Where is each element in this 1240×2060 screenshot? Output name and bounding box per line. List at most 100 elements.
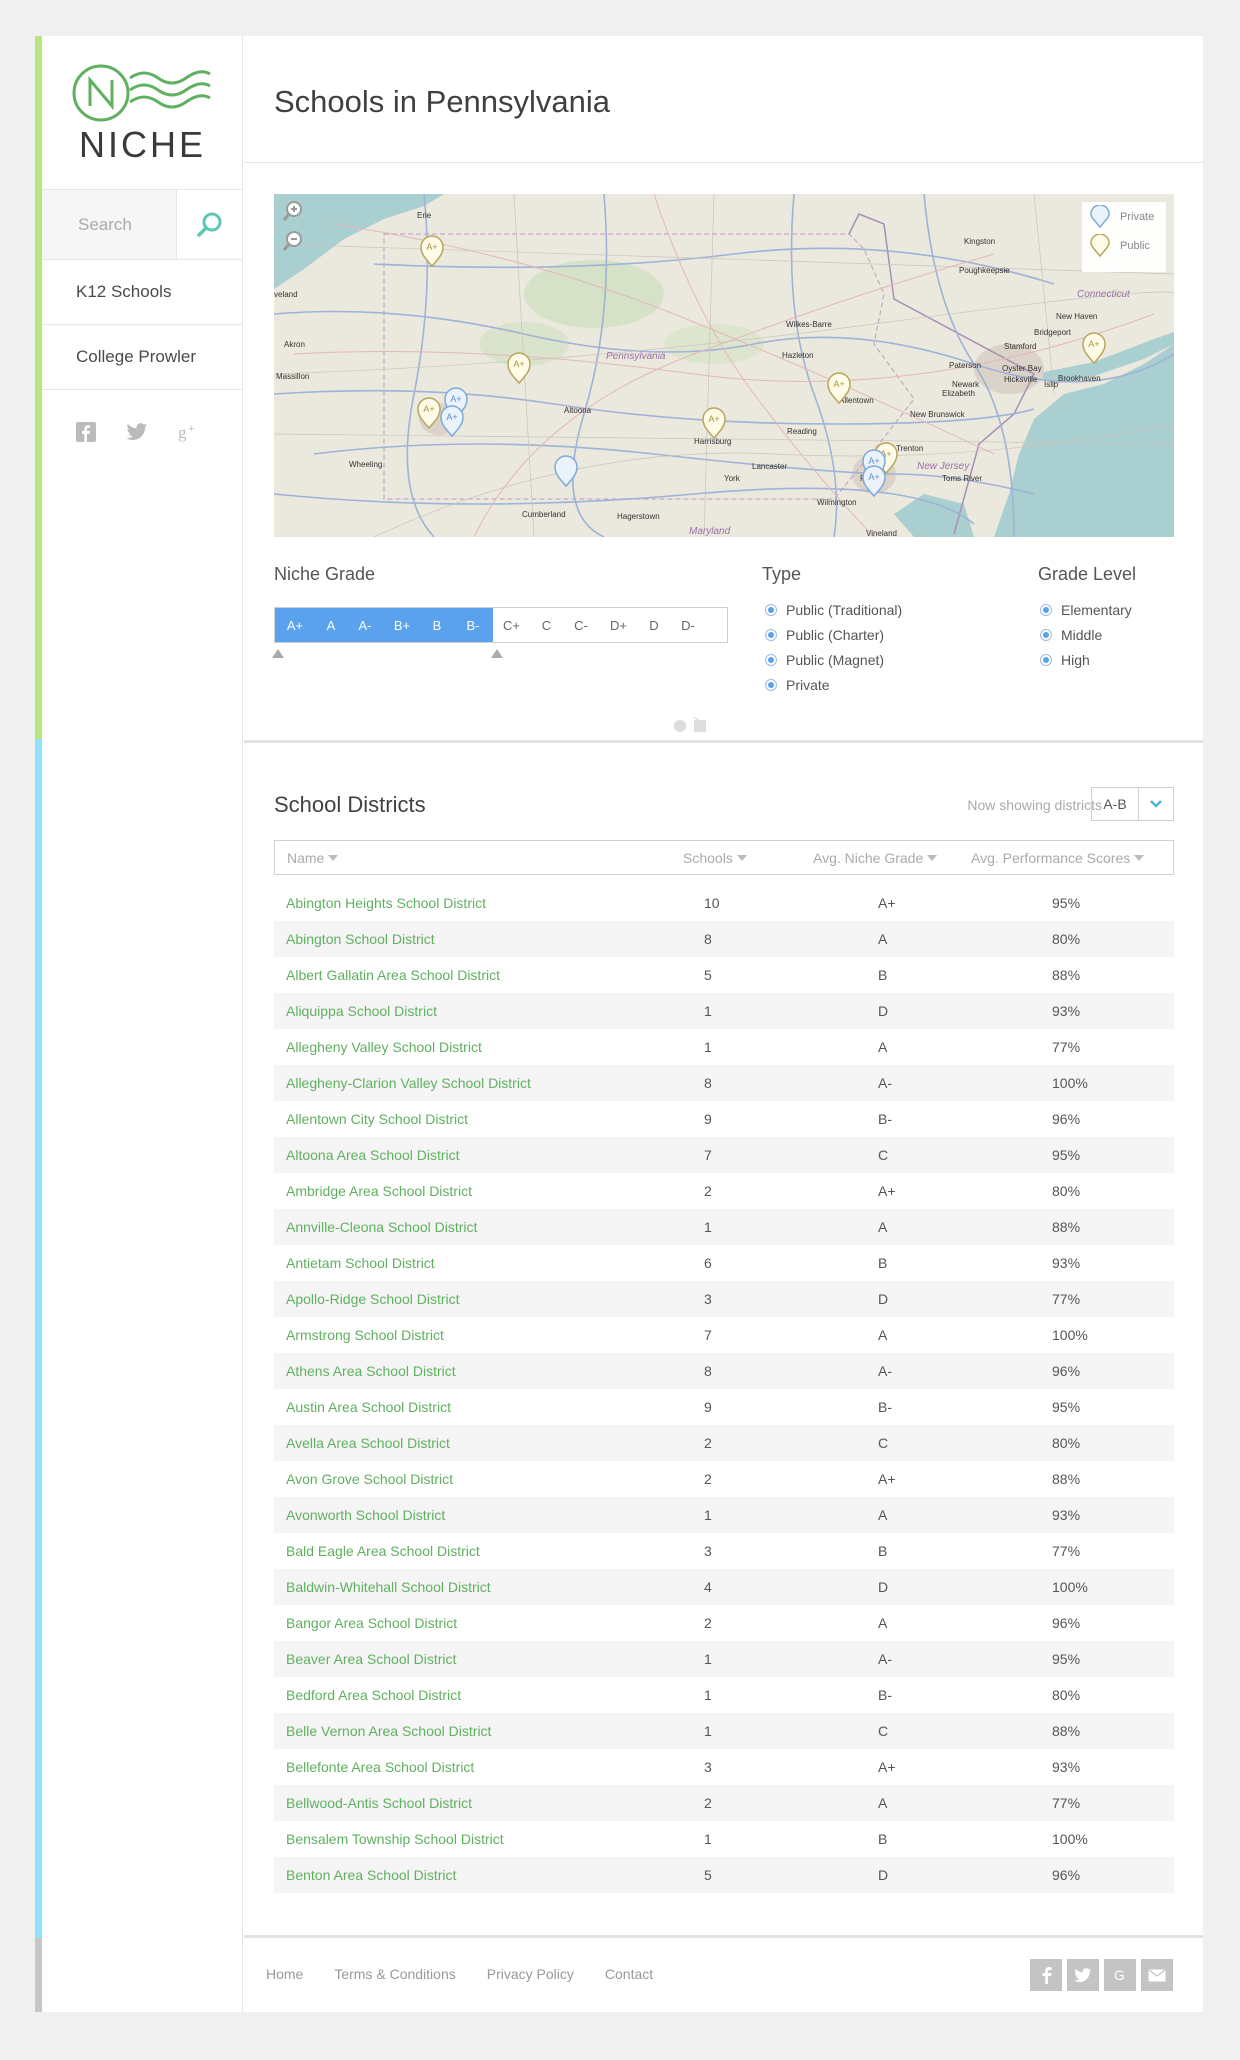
footer-link-terms[interactable]: Terms & Conditions	[334, 1966, 455, 1982]
avg-performance-score: 88%	[1052, 967, 1081, 983]
district-name-link[interactable]: Apollo-Ridge School District	[286, 1291, 460, 1307]
district-name-link[interactable]: Allegheny Valley School District	[286, 1039, 482, 1055]
type-option-public-traditional[interactable]: Public (Traditional)	[765, 597, 902, 622]
level-option-middle[interactable]: Middle	[1040, 622, 1132, 647]
footer-link-contact[interactable]: Contact	[605, 1966, 653, 1982]
svg-text:veland: veland	[274, 290, 298, 299]
grade-d-minus[interactable]: D-	[670, 608, 706, 642]
footer: Home Terms & Conditions Privacy Policy C…	[244, 1935, 1203, 2012]
page-title: Schools in Pennsylvania	[274, 84, 611, 119]
grade-d-plus[interactable]: D+	[599, 608, 638, 642]
level-option-high[interactable]: High	[1040, 647, 1132, 672]
district-name-link[interactable]: Altoona Area School District	[286, 1147, 460, 1163]
svg-text:Erie: Erie	[417, 211, 432, 220]
district-name-link[interactable]: Bensalem Township School District	[286, 1831, 504, 1847]
search-input[interactable]	[42, 190, 177, 259]
type-option-private[interactable]: Private	[765, 672, 902, 697]
district-range-select[interactable]: A-B	[1091, 787, 1174, 821]
zoom-out-button[interactable]	[282, 230, 304, 252]
table-header: Name Schools Avg. Niche Grade Avg. Perfo…	[274, 840, 1174, 875]
district-name-link[interactable]: Abington Heights School District	[286, 895, 486, 911]
map-and-filters: Erie Kingston Poughkeepsie veland Akron …	[244, 163, 1203, 743]
table-row: Austin Area School District 9 B- 95%	[274, 1389, 1174, 1425]
niche-grade-range-bar[interactable]: A+ A A- B+ B B- C+ C C- D+ D D-	[274, 607, 728, 643]
grade-a-minus[interactable]: A-	[347, 608, 383, 642]
google-plus-icon[interactable]: g +	[178, 422, 200, 442]
table-row: Bensalem Township School District 1 B 100%	[274, 1821, 1174, 1857]
logo[interactable]: NICHE	[42, 36, 242, 190]
twitter-icon[interactable]	[126, 423, 148, 441]
column-header-avg-grade[interactable]: Avg. Niche Grade	[813, 850, 938, 866]
district-name-link[interactable]: Ambridge Area School District	[286, 1183, 472, 1199]
type-option-public-magnet[interactable]: Public (Magnet)	[765, 647, 902, 672]
district-name-link[interactable]: Aliquippa School District	[286, 1003, 437, 1019]
district-name-link[interactable]: Benton Area School District	[286, 1867, 456, 1883]
district-name-link[interactable]: Austin Area School District	[286, 1399, 451, 1415]
main-content: Schools in Pennsylvania Erie Kingston Po…	[244, 36, 1203, 1915]
grade-b[interactable]: B	[421, 608, 453, 642]
svg-text:A+: A+	[450, 394, 461, 404]
table-row: Abington School District 8 A 80%	[274, 921, 1174, 957]
district-name-link[interactable]: Baldwin-Whitehall School District	[286, 1579, 491, 1595]
accent-bar-blue	[35, 739, 42, 1938]
district-name-link[interactable]: Bangor Area School District	[286, 1615, 457, 1631]
district-name-link[interactable]: Avonworth School District	[286, 1507, 445, 1523]
avg-niche-grade: B-	[878, 1111, 892, 1127]
district-name-link[interactable]: Annville-Cleona School District	[286, 1219, 477, 1235]
table-row: Bangor Area School District 2 A 96%	[274, 1605, 1174, 1641]
grade-c-minus[interactable]: C-	[563, 608, 599, 642]
district-name-link[interactable]: Allegheny-Clarion Valley School District	[286, 1075, 531, 1091]
grade-a-plus[interactable]: A+	[275, 608, 315, 642]
district-name-link[interactable]: Bald Eagle Area School District	[286, 1543, 480, 1559]
district-name-link[interactable]: Beaver Area School District	[286, 1651, 456, 1667]
schools-count: 1	[704, 1651, 712, 1667]
level-option-elementary[interactable]: Elementary	[1040, 597, 1132, 622]
svg-text:Altoona: Altoona	[564, 406, 592, 415]
email-icon[interactable]	[1141, 1959, 1173, 1991]
footer-link-home[interactable]: Home	[266, 1966, 303, 1982]
district-name-link[interactable]: Belle Vernon Area School District	[286, 1723, 491, 1739]
grade-a[interactable]: A	[315, 608, 347, 642]
district-name-link[interactable]: Allentown City School District	[286, 1111, 468, 1127]
grade-range-handle-min[interactable]	[272, 649, 284, 658]
district-name-link[interactable]: Albert Gallatin Area School District	[286, 967, 500, 983]
column-header-schools[interactable]: Schools	[683, 850, 747, 866]
zoom-in-button[interactable]	[282, 200, 304, 222]
grade-b-minus[interactable]: B-	[453, 608, 493, 642]
column-header-name[interactable]: Name	[287, 850, 339, 866]
avg-niche-grade: A	[878, 1219, 888, 1235]
sidebar-item-college-prowler[interactable]: College Prowler	[42, 325, 242, 390]
grade-c[interactable]: C	[530, 608, 563, 642]
footer-link-privacy[interactable]: Privacy Policy	[487, 1966, 574, 1982]
district-name-link[interactable]: Armstrong School District	[286, 1327, 444, 1343]
district-name-link[interactable]: Bellwood-Antis School District	[286, 1795, 472, 1811]
svg-text:New Jersey: New Jersey	[917, 461, 970, 472]
twitter-icon[interactable]	[1067, 1959, 1099, 1991]
google-icon[interactable]: G	[1104, 1959, 1136, 1991]
school-map[interactable]: Erie Kingston Poughkeepsie veland Akron …	[274, 194, 1174, 537]
district-name-link[interactable]: Bellefonte Area School District	[286, 1759, 474, 1775]
sidebar-item-k12-schools[interactable]: K12 Schools	[42, 260, 242, 325]
grade-b-plus[interactable]: B+	[383, 608, 421, 642]
svg-text:A+: A+	[446, 412, 457, 422]
district-name-link[interactable]: Avella Area School District	[286, 1435, 450, 1451]
column-header-avg-performance[interactable]: Avg. Performance Scores	[971, 850, 1145, 866]
district-name-link[interactable]: Bedford Area School District	[286, 1687, 461, 1703]
table-row: Avon Grove School District 2 A+ 88%	[274, 1461, 1174, 1497]
facebook-icon[interactable]	[1030, 1959, 1062, 1991]
schools-count: 3	[704, 1543, 712, 1559]
grade-d[interactable]: D	[638, 608, 670, 642]
view-toggle-icons[interactable]	[672, 717, 708, 733]
table-row: Bedford Area School District 1 B- 80%	[274, 1677, 1174, 1713]
facebook-icon[interactable]	[76, 422, 96, 442]
district-name-link[interactable]: Abington School District	[286, 931, 435, 947]
district-name-link[interactable]: Athens Area School District	[286, 1363, 456, 1379]
type-option-public-charter[interactable]: Public (Charter)	[765, 622, 902, 647]
avg-performance-score: 95%	[1052, 895, 1081, 911]
search-button[interactable]	[177, 190, 242, 259]
grade-range-handle-max[interactable]	[491, 649, 503, 658]
footer-social: G	[1030, 1959, 1173, 1991]
district-name-link[interactable]: Antietam School District	[286, 1255, 435, 1271]
grade-c-plus[interactable]: C+	[493, 608, 530, 642]
district-name-link[interactable]: Avon Grove School District	[286, 1471, 453, 1487]
